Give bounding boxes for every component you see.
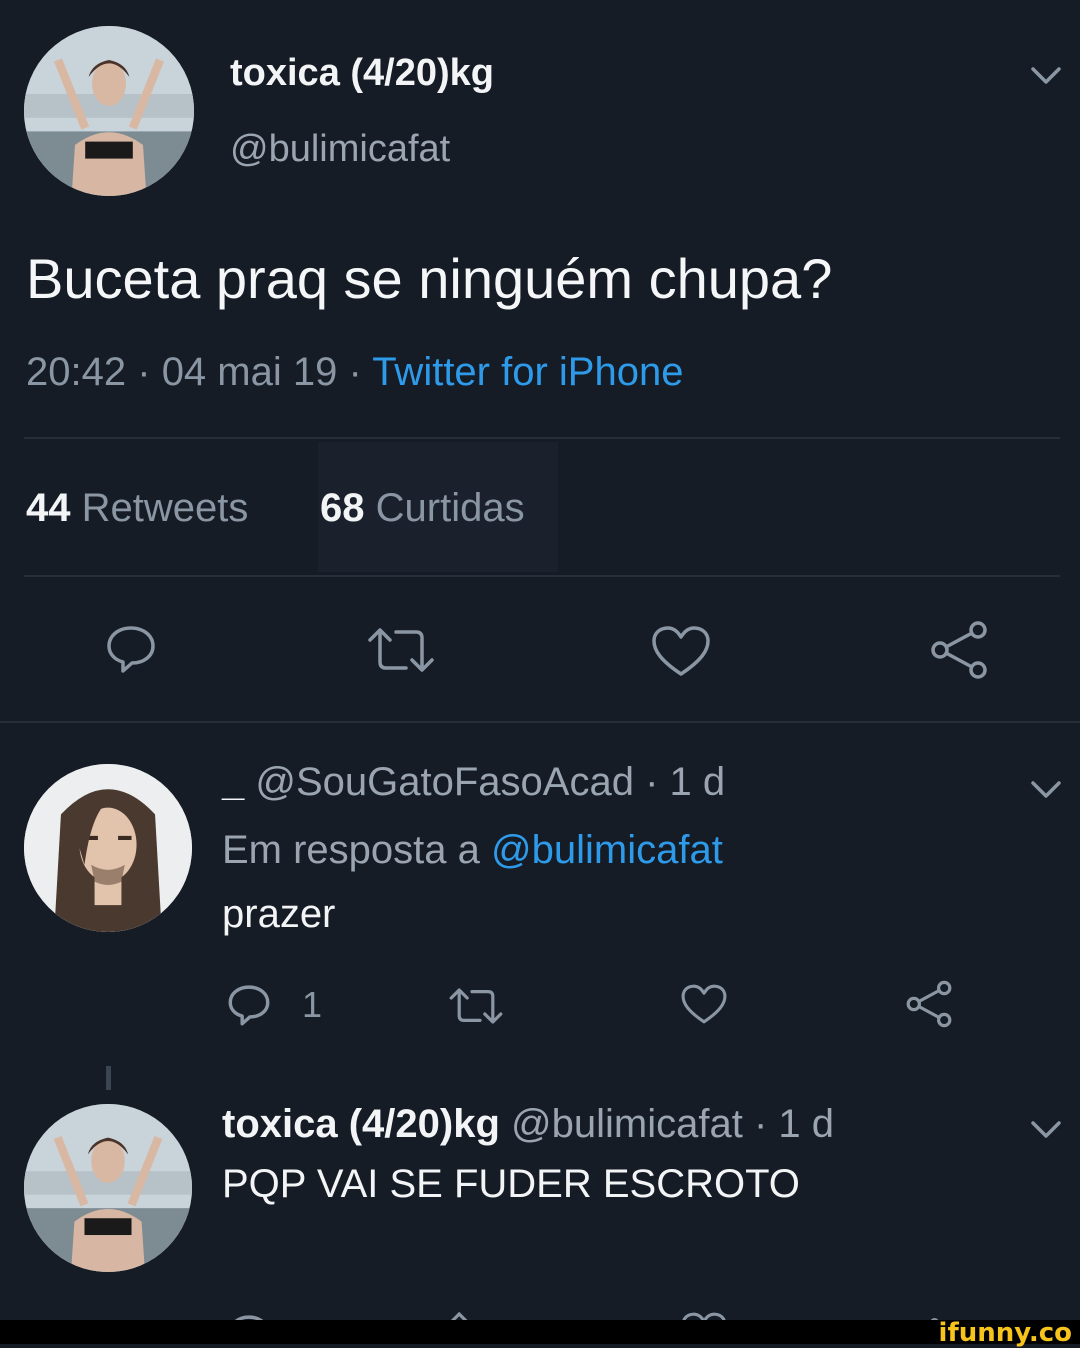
divider: [0, 721, 1080, 723]
meta-separator: ·: [137, 350, 151, 394]
like-label: Curtidas: [375, 486, 525, 530]
reply-text: PQP VAI SE FUDER ESCROTO: [222, 1162, 800, 1206]
retweet-label: Retweets: [81, 486, 249, 530]
avatar[interactable]: [24, 1104, 192, 1272]
tweet-text: Buceta praq se ninguém chupa?: [26, 247, 833, 310]
tweet-meta: 20:42 · 04 mai 19 · Twitter for iPhone: [26, 350, 683, 395]
reply-header: _ @SouGatoFasoAcad · 1 d: [222, 760, 725, 805]
tweet-time: 20:42: [26, 350, 127, 394]
retweets-stat[interactable]: 44 Retweets: [26, 486, 248, 531]
display-name[interactable]: _: [222, 760, 244, 804]
reply-context: Em resposta a @bulimicafat: [222, 828, 723, 873]
reply-icon[interactable]: [104, 622, 158, 676]
avatar[interactable]: [24, 26, 194, 196]
tweet-date: 04 mai 19: [161, 350, 338, 394]
chevron-down-icon[interactable]: [1030, 1120, 1062, 1140]
retweet-icon[interactable]: [448, 986, 504, 1026]
tweet-source-link[interactable]: Twitter for iPhone: [372, 350, 683, 394]
reply-to-label: Em resposta a: [222, 828, 480, 872]
reply-header: toxica (4/20)kg @bulimicafat · 1 d: [222, 1102, 834, 1147]
handle[interactable]: @SouGatoFasoAcad: [255, 760, 634, 804]
heart-icon[interactable]: [680, 982, 728, 1026]
share-icon[interactable]: [928, 620, 990, 680]
reply-count: 1: [302, 984, 323, 1025]
profile-photo: [24, 764, 192, 932]
reply-to-link[interactable]: @bulimicafat: [491, 828, 723, 872]
display-name[interactable]: toxica (4/20)kg: [222, 1102, 500, 1146]
heart-icon[interactable]: [650, 624, 712, 678]
chevron-down-icon[interactable]: [1030, 780, 1062, 800]
retweet-icon[interactable]: [366, 626, 436, 674]
profile-photo: [24, 26, 194, 196]
reply-age: · 1 d: [753, 1102, 834, 1146]
reply-age: · 1 d: [645, 760, 726, 804]
chevron-down-icon[interactable]: [1030, 66, 1062, 86]
retweet-count: 44: [26, 486, 71, 530]
divider: [24, 575, 1060, 577]
thread-line: [106, 1066, 111, 1090]
likes-stat-label[interactable]: 68 Curtidas: [320, 486, 525, 531]
handle[interactable]: @bulimicafat: [230, 128, 450, 171]
reply-text: prazer: [222, 892, 336, 936]
handle[interactable]: @bulimicafat: [511, 1102, 743, 1146]
watermark-bar: ifunny.co: [0, 1318, 1080, 1348]
meta-separator: ·: [348, 350, 362, 394]
like-count: 68: [320, 486, 365, 530]
share-icon[interactable]: [904, 980, 954, 1028]
profile-photo: [24, 1104, 192, 1272]
display-name[interactable]: toxica (4/20)kg: [230, 52, 494, 95]
avatar[interactable]: [24, 764, 192, 932]
reply-icon[interactable]: [226, 982, 272, 1028]
divider: [24, 437, 1060, 439]
